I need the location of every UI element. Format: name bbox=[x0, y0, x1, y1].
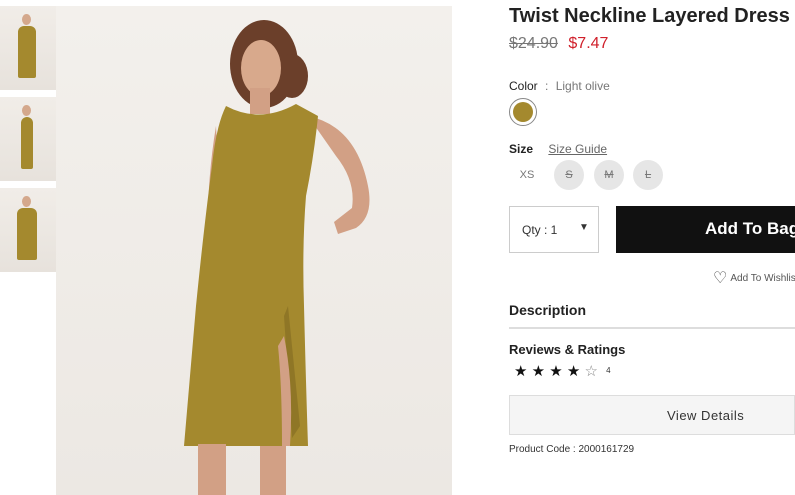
thumbnail-back[interactable] bbox=[0, 188, 56, 272]
main-product-image[interactable] bbox=[56, 6, 452, 495]
color-label: Color bbox=[509, 79, 538, 93]
chevron-down-icon: ▼ bbox=[579, 222, 589, 233]
wishlist-label: Add To Wishlist bbox=[730, 273, 795, 284]
original-price: $24.90 bbox=[509, 35, 558, 52]
color-row: Color : Light olive bbox=[509, 79, 610, 93]
size-label: Size bbox=[509, 142, 534, 156]
product-code: Product Code : 2000161729 bbox=[509, 444, 635, 455]
thumbnail-list bbox=[0, 6, 56, 279]
star-filled-icon: ★ bbox=[549, 363, 563, 380]
price-row: $24.90 $7.47 bbox=[509, 35, 608, 53]
swatch-fill bbox=[513, 102, 533, 122]
color-swatch-light-olive[interactable] bbox=[509, 98, 537, 126]
add-to-bag-button[interactable]: Add To Bag bbox=[616, 206, 795, 253]
thumbnail-dress bbox=[18, 26, 36, 78]
color-separator: : bbox=[545, 79, 549, 93]
quantity-value: Qty : 1 bbox=[522, 223, 558, 237]
size-option-xs[interactable]: XS bbox=[512, 160, 542, 190]
size-row: Size Size Guide bbox=[509, 142, 607, 156]
reviews-heading[interactable]: Reviews & Ratings bbox=[509, 342, 625, 357]
view-details-label: View Details bbox=[667, 408, 745, 423]
size-option-m[interactable]: M bbox=[594, 160, 624, 190]
size-guide-link[interactable]: Size Guide bbox=[548, 142, 607, 156]
rating-count: 4 bbox=[606, 366, 611, 375]
star-filled-icon: ★ bbox=[531, 363, 546, 380]
model-illustration bbox=[184, 20, 370, 495]
view-details-button[interactable]: View Details bbox=[509, 395, 795, 435]
description-heading[interactable]: Description bbox=[509, 302, 586, 318]
thumbnail-dress bbox=[21, 117, 33, 169]
thumbnail-model-head bbox=[22, 105, 31, 116]
thumbnail-side[interactable] bbox=[0, 97, 56, 181]
color-value: Light olive bbox=[555, 79, 610, 93]
quantity-select[interactable]: Qty : 1 ▼ bbox=[509, 206, 599, 253]
product-title: Twist Neckline Layered Dress bbox=[509, 5, 790, 27]
thumbnail-dress bbox=[17, 208, 37, 260]
add-to-wishlist-link[interactable]: ♡ Add To Wishlist bbox=[713, 268, 795, 288]
add-to-bag-label: Add To Bag bbox=[705, 219, 795, 238]
star-filled-icon: ★ bbox=[566, 363, 581, 380]
heart-icon: ♡ bbox=[713, 270, 728, 287]
thumbnail-model-head bbox=[22, 14, 31, 25]
thumbnail-front[interactable] bbox=[0, 6, 56, 90]
divider bbox=[509, 327, 795, 329]
size-option-l[interactable]: L bbox=[633, 160, 663, 190]
star-empty-icon: ☆ bbox=[584, 363, 598, 380]
sale-price: $7.47 bbox=[568, 35, 609, 52]
star-filled-icon: ★ bbox=[514, 363, 528, 380]
thumbnail-model-head bbox=[22, 196, 31, 207]
size-option-s[interactable]: S bbox=[554, 160, 584, 190]
rating-stars: ★ ★ ★ ★ ☆ 4 bbox=[514, 362, 611, 380]
